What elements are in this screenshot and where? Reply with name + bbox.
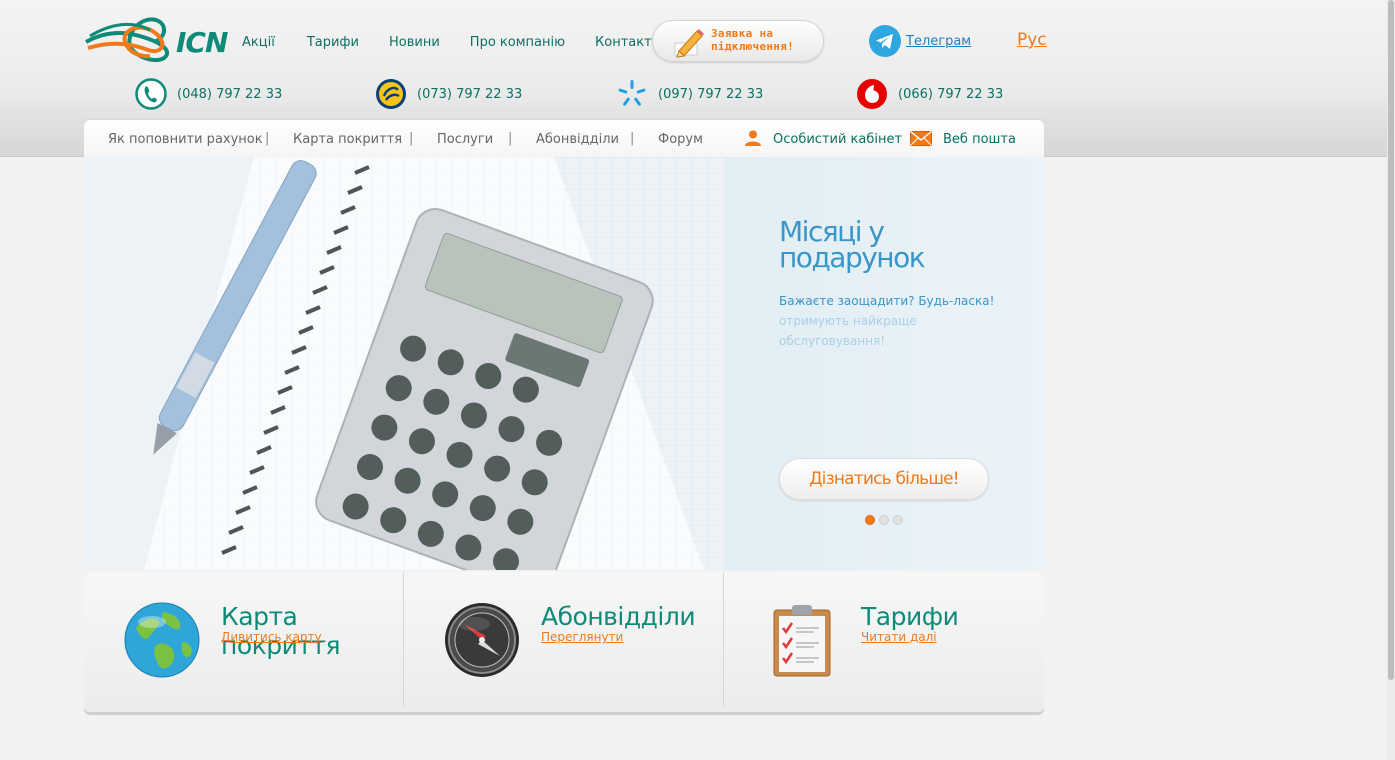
subnav-separator: |	[265, 131, 270, 146]
learn-more-button[interactable]: Дізнатись більше!	[779, 458, 989, 500]
block-coverage-map: Карта покриття Дивитись карту	[84, 572, 404, 706]
language-switch[interactable]: Рус	[1017, 30, 1047, 50]
calculator-photo	[84, 157, 724, 570]
subnav-separator: |	[630, 131, 635, 146]
telegram-link-group: Телеграм	[869, 25, 971, 57]
lifecell-icon	[376, 79, 406, 109]
vodafone-icon	[857, 79, 887, 109]
sub-nav: Як поповнити рахунок | Карта покриття | …	[84, 120, 1044, 157]
subnav-separator: |	[409, 131, 414, 146]
block-tariffs: Тарифи Читати далі	[724, 572, 1044, 706]
logo-knot-icon	[85, 17, 170, 63]
block-offices: Абонвідділи Переглянути	[404, 572, 724, 706]
subnav-coverage-map[interactable]: Карта покриття	[293, 132, 402, 147]
phone-vodafone: (066) 797 22 33	[856, 78, 1003, 110]
phone-landline: (048) 797 22 33	[135, 78, 282, 110]
subnav-services[interactable]: Послуги	[437, 132, 493, 147]
phone-number-lifecell: (073) 797 22 33	[417, 86, 523, 102]
subnav-forum[interactable]: Форум	[658, 132, 703, 147]
slider-dots	[865, 515, 907, 525]
nav-link-contacts[interactable]: Контакти	[595, 35, 660, 50]
phone-number-landline: (048) 797 22 33	[177, 86, 283, 102]
apply-connection-button[interactable]: Заявка на підключення!	[652, 20, 824, 62]
subnav-topup[interactable]: Як поповнити рахунок	[108, 132, 263, 147]
phone-kyivstar: (097) 797 22 33	[616, 78, 763, 110]
block-title-tariffs: Тарифи	[861, 602, 959, 631]
subnav-separator: |	[508, 131, 513, 146]
slide-description-ghost: отримують найкраще обслуговування!	[779, 314, 917, 348]
webmail-link[interactable]: Веб пошта	[943, 132, 1016, 147]
logo[interactable]: ICN	[84, 12, 228, 66]
block-title-offices: Абонвідділи	[541, 602, 696, 631]
compass-icon	[445, 603, 519, 677]
phone-icon	[135, 78, 167, 110]
pencil-icon	[674, 29, 704, 58]
mail-icon	[910, 131, 932, 146]
nav-link-promotions[interactable]: Акції	[242, 35, 275, 50]
subnav-offices[interactable]: Абонвідділи	[536, 132, 619, 147]
personal-cabinet-link[interactable]: Особистий кабінет	[773, 132, 902, 147]
globe-icon	[124, 602, 200, 678]
phone-number-kyivstar: (097) 797 22 33	[658, 86, 764, 102]
slide-description: Бажаєте заощадити? Будь-ласка!	[779, 294, 995, 308]
clipboard-icon	[773, 605, 831, 677]
slider-dot[interactable]	[879, 515, 889, 525]
slider-dot-active[interactable]	[865, 515, 875, 525]
nav-link-tariffs[interactable]: Тарифи	[307, 35, 359, 50]
slider-dot[interactable]	[893, 515, 903, 525]
phone-number-vodafone: (066) 797 22 33	[898, 86, 1004, 102]
logo-text: ICN	[176, 26, 228, 59]
main-nav: Акції Тарифи Новини Про компанію Контакт…	[242, 35, 690, 50]
apply-connection-label: Заявка на підключення!	[711, 27, 795, 53]
nav-link-news[interactable]: Новини	[389, 35, 440, 50]
slide-text-panel: Місяці у подарунок Бажаєте заощадити? Бу…	[724, 157, 1044, 570]
block-link-view-map[interactable]: Дивитись карту	[221, 630, 322, 644]
feature-blocks: Карта покриття Дивитись карту Абонвідділ…	[84, 572, 1044, 712]
slide-title: Місяці у подарунок	[779, 215, 926, 274]
scrollbar-thumb[interactable]	[1388, 0, 1394, 680]
kyivstar-icon	[618, 80, 646, 106]
telegram-link[interactable]: Телеграм	[906, 34, 971, 49]
scrollbar[interactable]	[1387, 0, 1395, 760]
user-icon	[745, 130, 761, 146]
promo-slider: Місяці у подарунок Бажаєте заощадити? Бу…	[84, 157, 1044, 570]
telegram-icon[interactable]	[869, 25, 901, 57]
block-link-view-offices[interactable]: Переглянути	[541, 630, 623, 644]
phone-lifecell: (073) 797 22 33	[375, 78, 522, 110]
block-link-read-more[interactable]: Читати далі	[861, 630, 937, 644]
nav-link-about[interactable]: Про компанію	[470, 35, 565, 50]
